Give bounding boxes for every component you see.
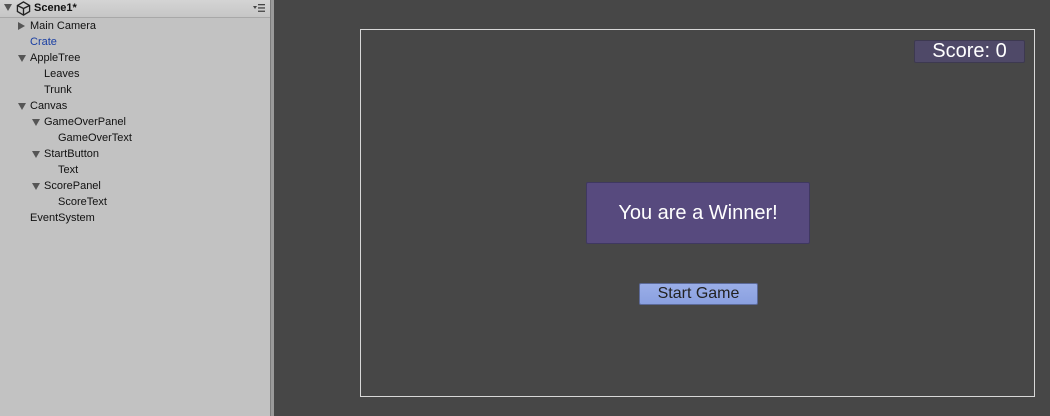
hierarchy-item-label: GameOverPanel	[44, 116, 126, 128]
hierarchy-item-label: Text	[58, 164, 79, 176]
start-game-button[interactable]: Start Game	[639, 283, 758, 305]
start-game-button-label: Start Game	[657, 285, 740, 302]
expanded-arrow-icon[interactable]	[18, 55, 26, 62]
score-text: Score: 0	[932, 40, 1007, 62]
score-panel: Score: 0	[914, 40, 1025, 63]
game-over-panel: You are a Winner!	[586, 182, 810, 244]
hierarchy-item-label: Trunk	[44, 84, 72, 96]
unity-icon	[16, 1, 31, 16]
expanded-arrow-icon[interactable]	[32, 183, 40, 190]
expanded-arrow-icon[interactable]	[32, 151, 40, 158]
scene-title: Scene1*	[34, 2, 77, 14]
collapsed-arrow-icon[interactable]	[18, 22, 25, 30]
game-over-text: You are a Winner!	[618, 202, 778, 224]
hierarchy-item-label: ScoreText	[58, 196, 107, 208]
game-view: Score: 0 You are a Winner! Start Game	[274, 0, 1050, 416]
unity-editor: Scene1* Main Camera Crate AppleTree Leaves T…	[0, 0, 1050, 416]
hierarchy-panel: Scene1* Main Camera Crate AppleTree Leaves T…	[0, 0, 270, 416]
hierarchy-item-label: EventSystem	[30, 212, 95, 224]
hierarchy-item-label: Canvas	[30, 100, 68, 112]
hierarchy-item-label: Crate	[30, 36, 57, 48]
hierarchy-item-label: GameOverText	[58, 132, 132, 144]
hierarchy-item-label: StartButton	[44, 148, 100, 160]
expanded-arrow-icon[interactable]	[32, 119, 40, 126]
hierarchy-scene-header[interactable]: Scene1*	[0, 0, 270, 18]
hierarchy-item-label: Leaves	[44, 68, 80, 80]
hierarchy-item-label: Main Camera	[30, 20, 97, 32]
expanded-arrow-icon[interactable]	[18, 103, 26, 110]
hierarchy-item-label: AppleTree	[30, 52, 81, 64]
hierarchy-item-label: ScorePanel	[44, 180, 101, 192]
scene-foldout-icon[interactable]	[4, 4, 12, 11]
panel-menu-icon[interactable]	[252, 2, 266, 14]
